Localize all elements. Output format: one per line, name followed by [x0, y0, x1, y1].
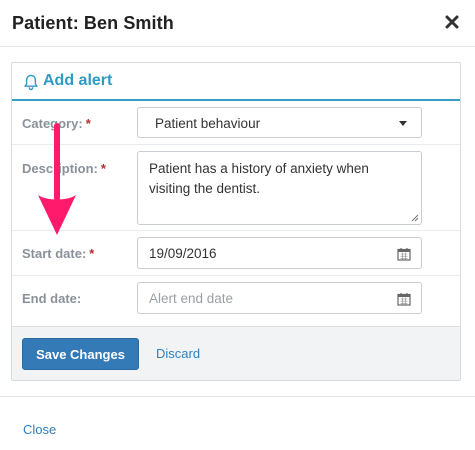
discard-link[interactable]: Discard — [156, 346, 200, 361]
calendar-icon[interactable] — [397, 292, 411, 306]
end-date-label: End date: — [22, 291, 82, 306]
panel-title: Add alert — [43, 72, 113, 89]
calendar-icon[interactable] — [397, 247, 411, 261]
panel-footer: Save Changes Discard — [12, 326, 460, 380]
description-value: Patient has a history of anxiety when vi… — [149, 161, 369, 196]
start-date-value: 19/09/2016 — [149, 246, 217, 261]
required-mark: * — [100, 161, 106, 176]
end-date-input[interactable]: Alert end date — [137, 282, 422, 314]
row-divider — [12, 275, 460, 276]
close-x-icon[interactable] — [444, 14, 460, 30]
resize-handle-icon[interactable] — [410, 213, 419, 222]
category-value: Patient behaviour — [155, 116, 261, 131]
required-mark: * — [89, 246, 95, 261]
modal-header: Patient: Ben Smith — [0, 0, 475, 47]
category-label: Category: * — [22, 116, 91, 131]
category-select[interactable]: Patient behaviour — [137, 107, 422, 138]
caret-down-icon — [399, 121, 407, 126]
row-divider — [12, 230, 460, 231]
row-divider — [12, 144, 460, 145]
bell-icon — [24, 74, 38, 91]
description-textarea[interactable]: Patient has a history of anxiety when vi… — [137, 151, 422, 225]
end-date-placeholder: Alert end date — [149, 291, 234, 306]
start-date-input[interactable]: 19/09/2016 — [137, 237, 422, 269]
start-date-label: Start date: * — [22, 246, 95, 261]
close-link[interactable]: Close — [23, 422, 56, 437]
add-alert-panel: Add alert Category: * Patient behaviour D… — [11, 62, 461, 381]
modal-footer-divider — [0, 396, 475, 397]
save-changes-button[interactable]: Save Changes — [22, 338, 139, 370]
description-label: Description: * — [22, 161, 106, 176]
modal-title: Patient: Ben Smith — [12, 13, 174, 33]
required-mark: * — [85, 116, 91, 131]
panel-heading: Add alert — [12, 63, 460, 101]
